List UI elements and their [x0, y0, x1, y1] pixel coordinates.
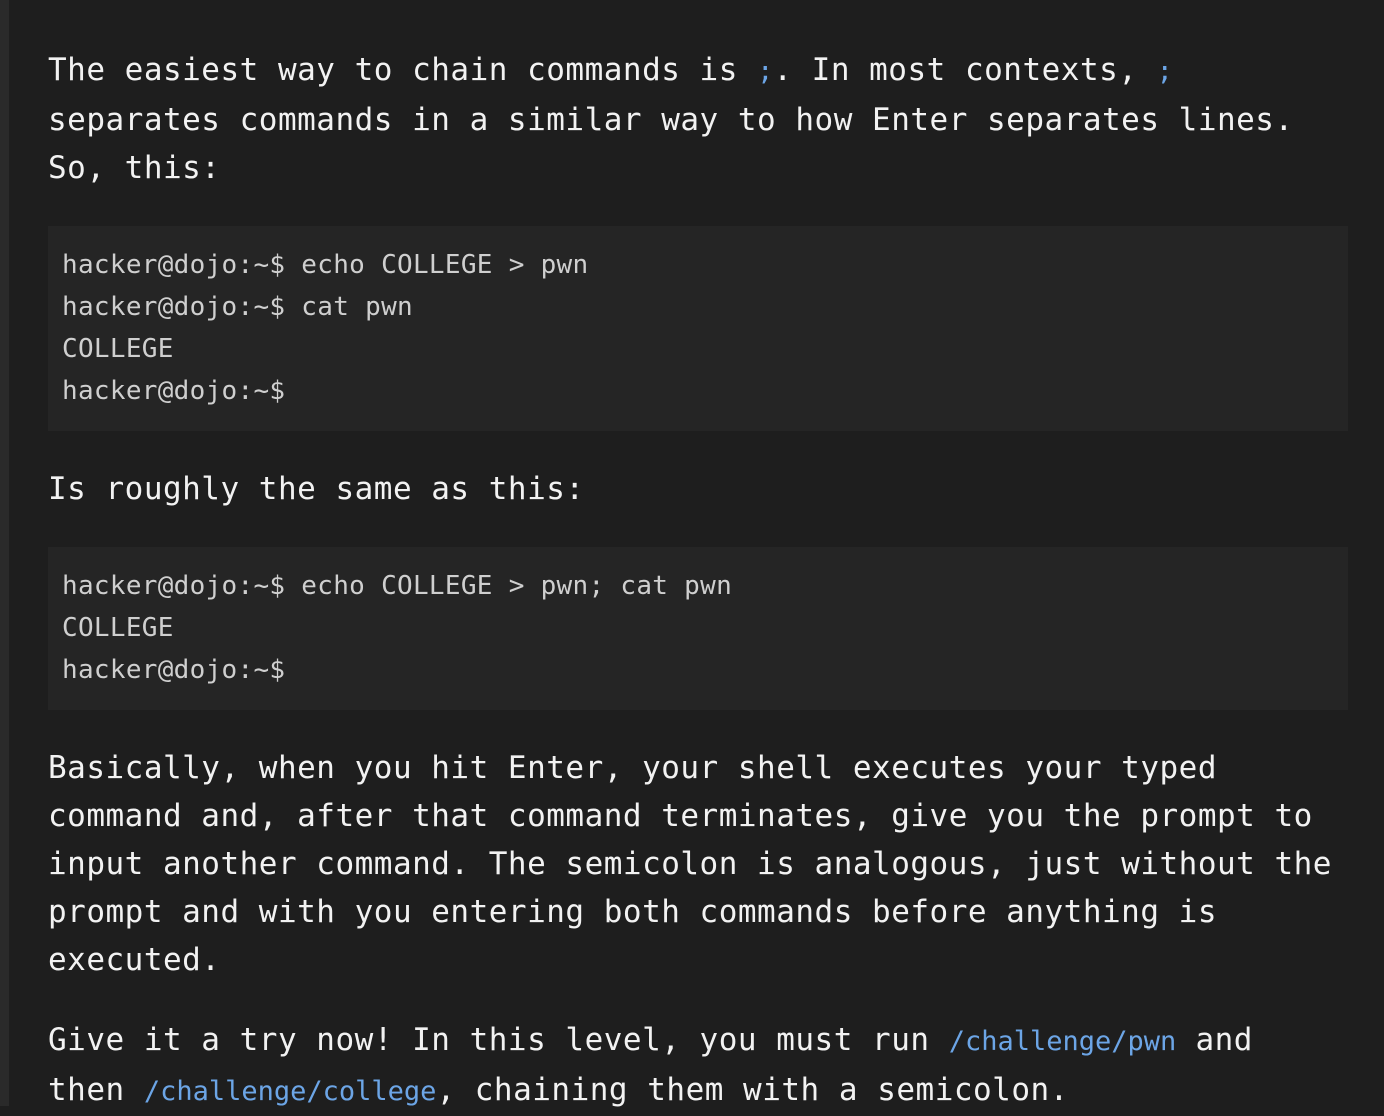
intro-text-1: The easiest way to chain commands is	[48, 52, 758, 88]
task-text-3: , chaining them with a semicolon.	[436, 1072, 1069, 1108]
semicolon-code: ;	[757, 56, 774, 87]
challenge-description: The easiest way to chain commands is ;. …	[48, 46, 1348, 1116]
code-block-separate-commands: hacker@dojo:~$ echo COLLEGE > pwn hacker@…	[48, 226, 1348, 431]
explanation-paragraph: Basically, when you hit Enter, your shel…	[48, 750, 1332, 978]
code-line: hacker@dojo:~$ echo COLLEGE > pwn	[62, 250, 589, 280]
code-line: COLLEGE	[62, 334, 174, 364]
code-line: COLLEGE	[62, 613, 174, 643]
task-paragraph: Give it a try now! In this level, you mu…	[48, 1016, 1348, 1116]
intro-text-3: separates commands in a similar way to h…	[48, 102, 1294, 186]
semicolon-code: ;	[1156, 56, 1173, 87]
sidebar-edge	[0, 0, 9, 1106]
intro-text-2: . In most contexts,	[773, 52, 1157, 88]
code-line: hacker@dojo:~$ echo COLLEGE > pwn; cat p…	[62, 571, 733, 601]
code-line: hacker@dojo:~$	[62, 655, 286, 685]
code-line: hacker@dojo:~$	[62, 376, 286, 406]
challenge-college-path: /challenge/college	[143, 1076, 437, 1107]
challenge-pwn-path: /challenge/pwn	[948, 1026, 1177, 1057]
task-text-1: Give it a try now! In this level, you mu…	[48, 1022, 949, 1058]
intro-paragraph: The easiest way to chain commands is ;. …	[48, 46, 1348, 192]
code-line: hacker@dojo:~$ cat pwn	[62, 292, 413, 322]
roughly-same-paragraph: Is roughly the same as this:	[48, 471, 585, 507]
code-block-chained-commands: hacker@dojo:~$ echo COLLEGE > pwn; cat p…	[48, 547, 1348, 710]
